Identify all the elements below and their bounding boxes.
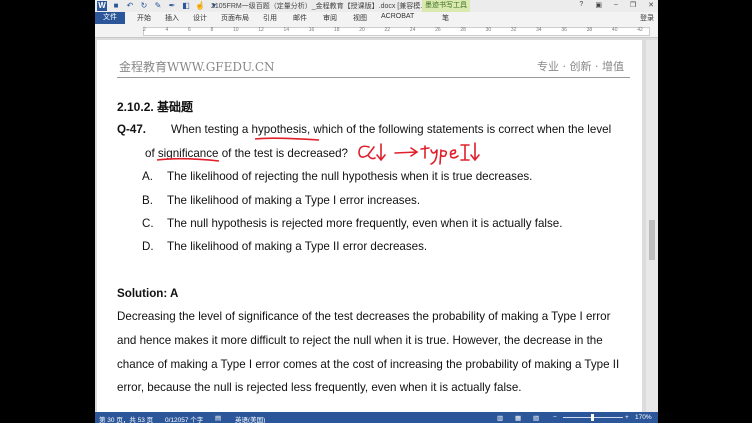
title-bar: W ■ ↶ ↻ ✎ ✒ ◧ ☝ ▾ 2105FRM一级百题（定量分析）_金程教育… (95, 0, 658, 12)
tab-acrobat[interactable]: ACROBAT (381, 13, 414, 20)
ruler-number: 28 (460, 27, 466, 33)
tab-references[interactable]: 引用 (263, 13, 277, 23)
ruler-number: 24 (409, 27, 416, 33)
web-layout-icon[interactable]: ▧ (533, 414, 539, 422)
tab-design[interactable]: 设计 (193, 13, 207, 23)
pen-icon[interactable]: ✎ (153, 1, 163, 11)
restore-icon[interactable]: ❐ (630, 1, 636, 9)
page-count[interactable]: 第 30 页，共 53 页 (99, 414, 153, 423)
tab-page-layout[interactable]: 页面布局 (221, 13, 249, 23)
tab-review[interactable]: 审阅 (323, 13, 337, 23)
ruler-number: 42 (637, 27, 643, 33)
window-controls: ? ▣ – ❐ ✕ (579, 1, 654, 9)
word-window: W ■ ↶ ↻ ✎ ✒ ◧ ☝ ▾ 2105FRM一级百题（定量分析）_金程教育… (95, 0, 658, 423)
help-icon[interactable]: ? (579, 1, 583, 9)
zoom-out-icon[interactable]: − (553, 414, 557, 421)
minimize-icon[interactable]: – (614, 1, 618, 9)
ribbon-display-icon[interactable]: ▣ (595, 1, 602, 9)
proofing-icon[interactable]: ▤ (215, 414, 221, 422)
ruler-number: 10 (232, 27, 239, 33)
ruler-number: 6 (187, 27, 191, 33)
word-app-icon: W (97, 1, 107, 11)
eraser-icon[interactable]: ◧ (181, 1, 191, 11)
tab-insert[interactable]: 插入 (165, 13, 179, 23)
ink-tools-context-tab[interactable]: 墨迹书写工具 (422, 0, 470, 12)
ruler-number: 14 (283, 27, 290, 33)
print-layout-icon[interactable]: ▦ (515, 414, 521, 422)
read-mode-icon[interactable]: ▥ (497, 414, 503, 422)
document-page[interactable]: 金程教育WWW.GFEDU.CN 专业 · 创新 · 增值 2.10.2. 基础… (97, 40, 642, 412)
status-bar: 第 30 页，共 53 页 0/12057 个字 ▤ 英语(美国) ▥ ▦ ▧ … (95, 412, 658, 423)
touch-mode-icon[interactable]: ☝ (195, 1, 205, 11)
word-count[interactable]: 0/12057 个字 (165, 414, 203, 423)
horizontal-ruler[interactable]: 2 4 6 8 10 12 14 16 18 20 22 24 26 28 30 32 34 36 38 40 42 (95, 24, 658, 38)
undo-icon[interactable]: ↶ (125, 1, 135, 11)
document-title: 2105FRM一级百题（定量分析）_金程教育【授课版】.docx [兼容模... (211, 3, 427, 10)
ruler-number: 38 (586, 27, 593, 33)
quick-access-toolbar: W ■ ↶ ↻ ✎ ✒ ◧ ☝ ▾ (97, 1, 219, 11)
ruler-number: 20 (359, 27, 365, 33)
tab-file[interactable]: 文件 (95, 12, 125, 24)
zoom-slider-handle[interactable] (591, 414, 594, 421)
language-indicator[interactable]: 英语(美国) (235, 414, 265, 423)
hypothesis-underline (254, 137, 320, 141)
login-link[interactable]: 登录 (640, 13, 654, 23)
ruler-number: 16 (308, 27, 315, 33)
tab-view[interactable]: 视图 (353, 13, 367, 23)
zoom-in-icon[interactable]: + (625, 414, 629, 421)
ruler-numbers: 2 4 6 8 10 12 14 16 18 20 22 24 26 28 30 32 34 36 38 40 42 (143, 27, 643, 33)
ruler-number: 2 (143, 27, 146, 33)
handwritten-alpha-decrease-type-one-decrease (358, 142, 480, 165)
ruler-number: 18 (334, 27, 340, 33)
tab-pen[interactable]: 笔 (442, 13, 449, 23)
scrollbar-thumb[interactable] (649, 220, 655, 260)
redo-icon[interactable]: ↻ (139, 1, 149, 11)
save-icon[interactable]: ■ (111, 1, 121, 11)
ruler-number: 32 (510, 27, 517, 33)
ruler-number: 8 (210, 27, 214, 33)
ruler-number: 36 (561, 27, 567, 33)
tab-mailings[interactable]: 邮件 (293, 13, 307, 23)
ruler-number: 4 (165, 27, 169, 33)
ruler-number: 26 (435, 27, 441, 33)
ruler-number: 22 (384, 27, 391, 33)
ruler-number: 40 (611, 27, 618, 33)
close-icon[interactable]: ✕ (648, 1, 654, 9)
ruler-number: 30 (485, 27, 492, 33)
tab-home[interactable]: 开始 (137, 13, 151, 23)
vertical-scrollbar[interactable] (646, 40, 658, 412)
ruler-number: 12 (258, 27, 264, 33)
zoom-level[interactable]: 170% (635, 414, 652, 421)
ruler-number: 34 (536, 27, 542, 33)
significance-underline (156, 157, 220, 162)
ink-annotations (156, 137, 480, 165)
ribbon-tabs: 文件 开始 插入 设计 页面布局 引用 邮件 审阅 视图 ACROBAT 笔 登… (95, 12, 658, 24)
highlighter-icon[interactable]: ✒ (167, 1, 177, 11)
